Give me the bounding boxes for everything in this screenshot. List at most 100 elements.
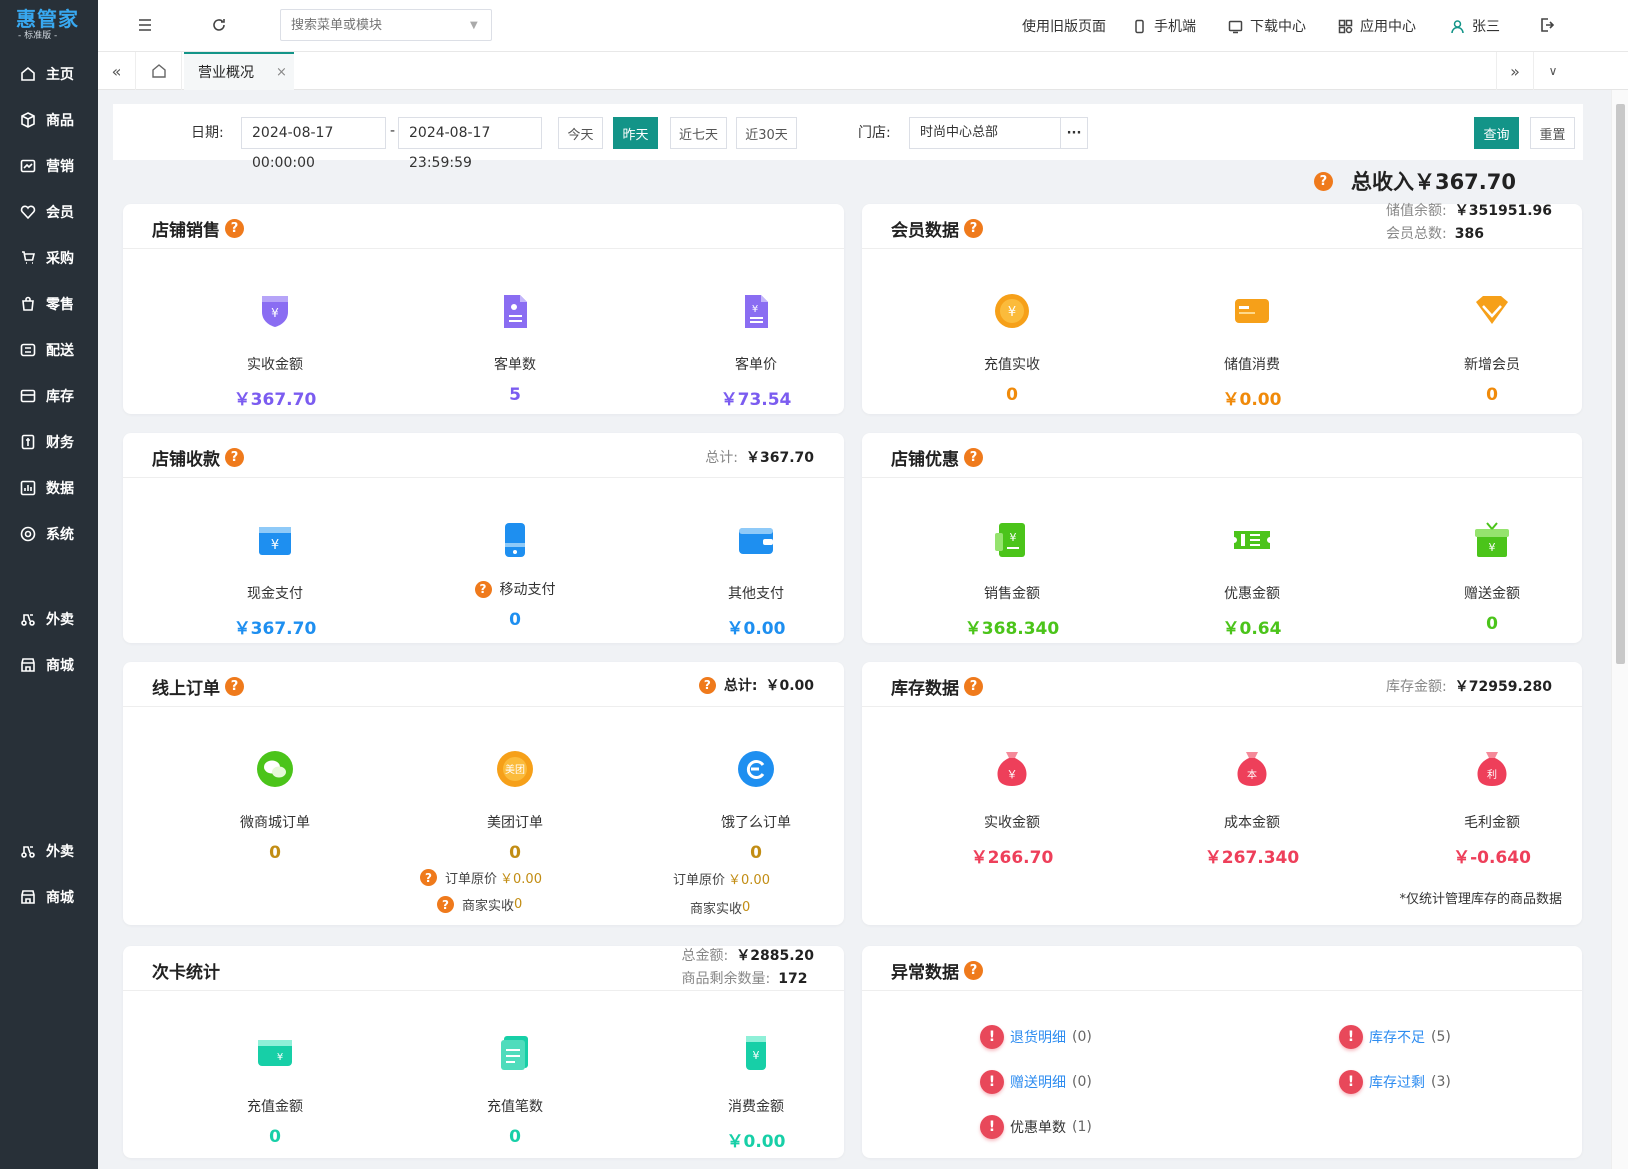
cart-icon — [22, 251, 36, 264]
metric-value: ￥0.00 — [726, 619, 786, 639]
start-date-input[interactable]: 2024-08-17 00:00:00 — [241, 117, 386, 171]
sidebar-item-label: 采购 — [46, 251, 74, 267]
metric-label: 赠送金额 — [1464, 586, 1520, 602]
divider — [123, 706, 844, 707]
menu-toggle-button[interactable] — [136, 16, 156, 36]
sidebar-item-data[interactable]: 数据 — [0, 469, 98, 507]
abnormal-count: (0) — [1072, 1074, 1092, 1090]
card-title: 异常数据 — [891, 963, 959, 983]
last-30-days-button[interactable]: 近30天 — [736, 117, 797, 149]
help-icon[interactable]: ? — [225, 219, 244, 238]
last-7-days-button[interactable]: 近七天 — [670, 117, 727, 149]
inventory-footnote: *仅统计管理库存的商品数据 — [1399, 892, 1562, 907]
menu-icon — [139, 19, 151, 31]
help-icon[interactable]: ? — [1313, 171, 1333, 191]
store-more-button[interactable]: ··· — [1060, 117, 1088, 149]
inventory-data-card: 库存数据? 库存金额: ￥72959.280 ￥ 实收金额 ￥266.70 本 成… — [862, 662, 1582, 925]
stored-balance-label: 储值余额: — [1386, 203, 1447, 219]
end-date-input[interactable]: 2024-08-17 23:59:59 — [398, 117, 542, 171]
tab-business-overview[interactable]: 营业概况 × — [184, 52, 294, 90]
brand-edition: - 标准版 - — [18, 31, 58, 41]
tabs-scroll-right-button[interactable]: » — [1496, 52, 1534, 90]
help-icon[interactable]: ? — [420, 869, 437, 886]
help-icon[interactable]: ? — [964, 677, 983, 696]
mobile-link[interactable]: 手机端 — [1132, 16, 1196, 36]
bag-icon — [22, 296, 34, 311]
abnormal-stock-excess[interactable]: ! 库存过剩 (3) — [1339, 1070, 1451, 1094]
help-icon[interactable]: ? — [964, 961, 983, 980]
sidebar-item-mall-2[interactable]: 商城 — [0, 878, 98, 916]
sidebar-item-inventory[interactable]: 库存 — [0, 377, 98, 415]
help-icon[interactable]: ? — [964, 219, 983, 238]
sidebar-item-home[interactable]: 主页 — [0, 55, 98, 93]
search-input[interactable] — [280, 9, 492, 41]
page-scrollbar[interactable] — [1611, 90, 1628, 1169]
reset-button[interactable]: 重置 — [1530, 117, 1575, 149]
metric-value: 0 — [1486, 614, 1498, 634]
wallet-icon — [739, 528, 773, 554]
svg-text:¥: ¥ — [1010, 531, 1017, 544]
note-value: 0 — [514, 897, 523, 912]
note-value: ￥0.00 — [728, 873, 770, 888]
store-icon — [21, 890, 35, 904]
sidebar-item-mall[interactable]: 商城 — [0, 646, 98, 684]
sidebar-item-purchase[interactable]: 采购 — [0, 239, 98, 277]
scrollbar-thumb[interactable] — [1616, 104, 1625, 664]
svg-text:美团: 美团 — [505, 763, 525, 776]
old-version-link[interactable]: 使用旧版页面 — [1022, 16, 1106, 36]
abnormal-gift-detail[interactable]: ! 赠送明细 (0) — [980, 1070, 1092, 1094]
divider — [862, 706, 1582, 707]
invoice-icon: ¥ — [745, 295, 768, 328]
eleme-original-price: 订单原价 ￥0.00 — [673, 869, 770, 888]
document-icon — [504, 295, 527, 328]
home-icon — [21, 66, 35, 81]
sidebar-item-retail[interactable]: 零售 — [0, 285, 98, 323]
sidebar-item-delivery[interactable]: 外卖 — [0, 600, 98, 638]
abnormal-stock-shortage[interactable]: ! 库存不足 (5) — [1339, 1025, 1451, 1049]
today-button[interactable]: 今天 — [558, 117, 603, 149]
sidebar-item-products[interactable]: 商品 — [0, 101, 98, 139]
logout-button[interactable] — [1538, 16, 1558, 36]
member-total-label: 会员总数: — [1386, 226, 1447, 242]
store-select[interactable]: 时尚中心总部 — [909, 117, 1061, 149]
user-menu[interactable]: 张三 — [1450, 16, 1500, 36]
help-icon[interactable]: ? — [698, 676, 716, 694]
help-icon[interactable]: ? — [225, 677, 244, 696]
abnormal-return-detail[interactable]: ! 退货明细 (0) — [980, 1025, 1092, 1049]
abnormal-count: (0) — [1072, 1029, 1092, 1045]
coin-icon: ¥ — [995, 294, 1029, 328]
help-icon[interactable]: ? — [964, 448, 983, 467]
store-label: 门店: — [858, 125, 891, 141]
remaining-qty-label: 商品剩余数量: — [681, 971, 771, 987]
abnormal-label: 退货明细 — [1010, 1030, 1066, 1046]
help-icon[interactable]: ? — [225, 448, 244, 467]
tabs-dropdown-button[interactable]: ∨ — [1534, 52, 1572, 90]
app-center-link[interactable]: 应用中心 — [1338, 16, 1416, 36]
sidebar-item-system[interactable]: 系统 — [0, 515, 98, 553]
yesterday-button[interactable]: 昨天 — [613, 117, 658, 149]
svg-text:¥: ¥ — [271, 306, 279, 320]
query-button[interactable]: 查询 — [1474, 117, 1519, 149]
meituan-original-price: ? 订单原价 ￥0.00 — [420, 868, 542, 887]
sidebar-item-members[interactable]: 会员 — [0, 193, 98, 231]
apps-icon — [1338, 19, 1353, 33]
sidebar-item-marketing[interactable]: 营销 — [0, 147, 98, 185]
sidebar-item-label: 商城 — [46, 890, 74, 906]
refresh-button[interactable] — [210, 16, 230, 36]
sidebar-item-distribution[interactable]: 配送 — [0, 331, 98, 369]
sidebar-item-delivery-2[interactable]: 外卖 — [0, 832, 98, 870]
alert-icon: ! — [980, 1025, 1004, 1049]
help-icon[interactable]: ? — [437, 896, 454, 913]
abnormal-label: 赠送明细 — [1010, 1075, 1066, 1091]
member-meta: 储值余额: ￥351951.96 会员总数: 386 — [1386, 200, 1552, 246]
download-center-link[interactable]: 下载中心 — [1228, 16, 1306, 36]
tab-home[interactable] — [136, 52, 182, 90]
metric-label: 销售金额 — [984, 586, 1040, 602]
tabs-scroll-left-button[interactable]: « — [98, 52, 136, 90]
help-icon[interactable]: ? — [474, 580, 492, 598]
card-title: 会员数据 — [891, 221, 959, 241]
close-icon[interactable]: × — [276, 65, 287, 80]
old-version-label: 使用旧版页面 — [1022, 19, 1106, 35]
sidebar-item-finance[interactable]: 财务 — [0, 423, 98, 461]
metric-discount-amount: 优惠金额 ￥0.64 — [1162, 519, 1342, 639]
